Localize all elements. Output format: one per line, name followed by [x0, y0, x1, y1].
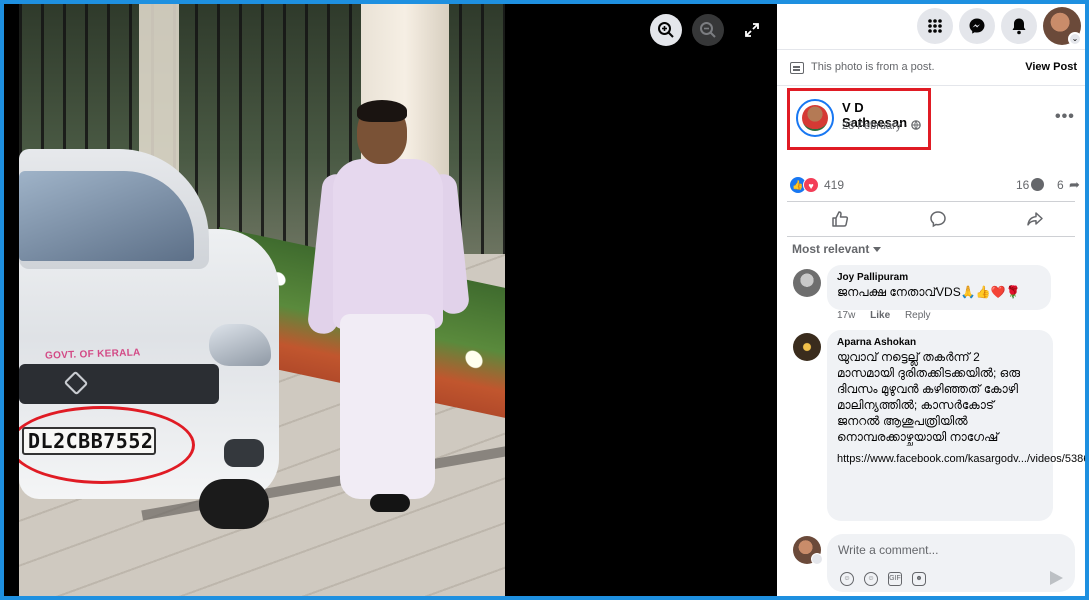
- comment-button[interactable]: [927, 208, 949, 230]
- zoom-in-button[interactable]: [650, 14, 682, 46]
- commenter-name[interactable]: Aparna Ashokan: [837, 337, 1043, 348]
- caret-down-icon: [873, 247, 882, 253]
- expand-icon: [745, 23, 759, 37]
- avatar-sticker-icon[interactable]: ☺: [840, 572, 854, 586]
- menu-button[interactable]: [917, 8, 953, 44]
- share-arrow-icon: ➦: [1069, 177, 1080, 192]
- screenshot-frame: GOVT. OF KERALA DL2CBB7552 ⌄ This photo …: [4, 4, 1085, 596]
- commenter-avatar[interactable]: [793, 269, 821, 297]
- fullscreen-button[interactable]: [736, 14, 768, 46]
- zoom-in-icon: [658, 22, 674, 38]
- comment-text: യുവാവ് നട്ടെല്ല് തകർന്ന് 2 മാസമായി ദുരിത…: [837, 350, 1021, 444]
- comment-bubble: Aparna Ashokan യുവാവ് നട്ടെല്ല് തകർന്ന് …: [827, 330, 1085, 521]
- comment-sort-dropdown[interactable]: Most relevant: [792, 242, 882, 256]
- post-note-icon: [790, 62, 804, 74]
- comment-count[interactable]: 16: [1016, 178, 1029, 192]
- car-foglamp: [224, 439, 264, 467]
- bell-icon: [1012, 18, 1026, 35]
- comment-age[interactable]: 17w: [837, 310, 855, 321]
- zoom-out-icon: [700, 22, 716, 38]
- comment-composer[interactable]: Write a comment... ☺ ☺ GIF ☻: [827, 534, 1075, 592]
- author-avatar[interactable]: [796, 99, 834, 137]
- emoji-icon[interactable]: ☺: [864, 572, 878, 586]
- sticker-icon[interactable]: ☻: [912, 572, 926, 586]
- comment-bubble: Joy Pallipuram ജനപക്ഷ നേതാവ്VDS🙏👍❤️🌹: [827, 265, 1051, 310]
- person-shoe: [370, 494, 410, 512]
- composer-avatar-caret-icon[interactable]: [811, 553, 823, 565]
- car-wheel: [199, 479, 269, 529]
- sort-label[interactable]: Most relevant: [792, 242, 869, 256]
- comment-input-placeholder[interactable]: Write a comment...: [838, 543, 938, 557]
- photo-from-post-text: This photo is from a post.: [811, 61, 935, 73]
- comment-meta: 17w Like Reply: [837, 310, 943, 321]
- commenter-avatar[interactable]: [793, 333, 821, 361]
- post-date[interactable]: 28 February ·: [842, 120, 921, 132]
- reaction-stats: 👍 ♥ 419 16 6 ➦: [777, 174, 1085, 198]
- comment-like-button[interactable]: Like: [870, 310, 890, 321]
- comment-text: ജനപക്ഷ നേതാവ്VDS🙏👍❤️🌹: [837, 285, 1021, 299]
- person-dhoti: [340, 314, 435, 499]
- globe-icon: [911, 120, 921, 130]
- more-options-button[interactable]: •••: [1055, 108, 1075, 126]
- post-photo[interactable]: GOVT. OF KERALA DL2CBB7552: [19, 4, 505, 596]
- zoom-out-button[interactable]: [692, 14, 724, 46]
- photo-person: [306, 100, 471, 524]
- post-actions-bar: [787, 201, 1075, 237]
- gif-icon[interactable]: GIF: [888, 572, 902, 586]
- comment-icon: [930, 211, 946, 228]
- person-shirt: [333, 159, 443, 329]
- top-nav-bar: ⌄: [777, 4, 1085, 50]
- comment-bubble-icon: [1031, 178, 1044, 191]
- love-reaction-icon[interactable]: ♥: [803, 177, 819, 193]
- share-button[interactable]: [1024, 208, 1046, 230]
- author-highlight-box: V D Satheesan 28 February ·: [787, 88, 931, 150]
- notifications-button[interactable]: [1001, 8, 1037, 44]
- grid-menu-icon: [928, 19, 942, 33]
- car-grille: [19, 364, 219, 404]
- post-date-text[interactable]: 28 February ·: [842, 120, 911, 132]
- share-icon: [1027, 212, 1043, 226]
- messenger-icon: [969, 18, 985, 34]
- commenter-name[interactable]: Joy Pallipuram: [837, 272, 1041, 283]
- photo-viewer: GOVT. OF KERALA DL2CBB7552: [4, 4, 777, 596]
- comment-reply-button[interactable]: Reply: [905, 310, 931, 321]
- person-hair: [357, 100, 407, 122]
- thumbs-up-icon: [832, 211, 849, 227]
- messenger-button[interactable]: [959, 8, 995, 44]
- like-button[interactable]: [829, 208, 851, 230]
- photo-from-post-bar: This photo is from a post. View Post: [777, 50, 1085, 86]
- view-post-link[interactable]: View Post: [1025, 61, 1077, 73]
- reaction-count[interactable]: 419: [824, 178, 844, 192]
- comment-link[interactable]: https://www.facebook.com/kasargodv.../vi…: [837, 451, 1085, 468]
- share-count[interactable]: 6: [1057, 178, 1064, 192]
- account-caret-icon[interactable]: ⌄: [1068, 32, 1082, 46]
- send-icon[interactable]: [1050, 571, 1063, 585]
- post-sidebar: ⌄ This photo is from a post. View Post V…: [777, 4, 1085, 596]
